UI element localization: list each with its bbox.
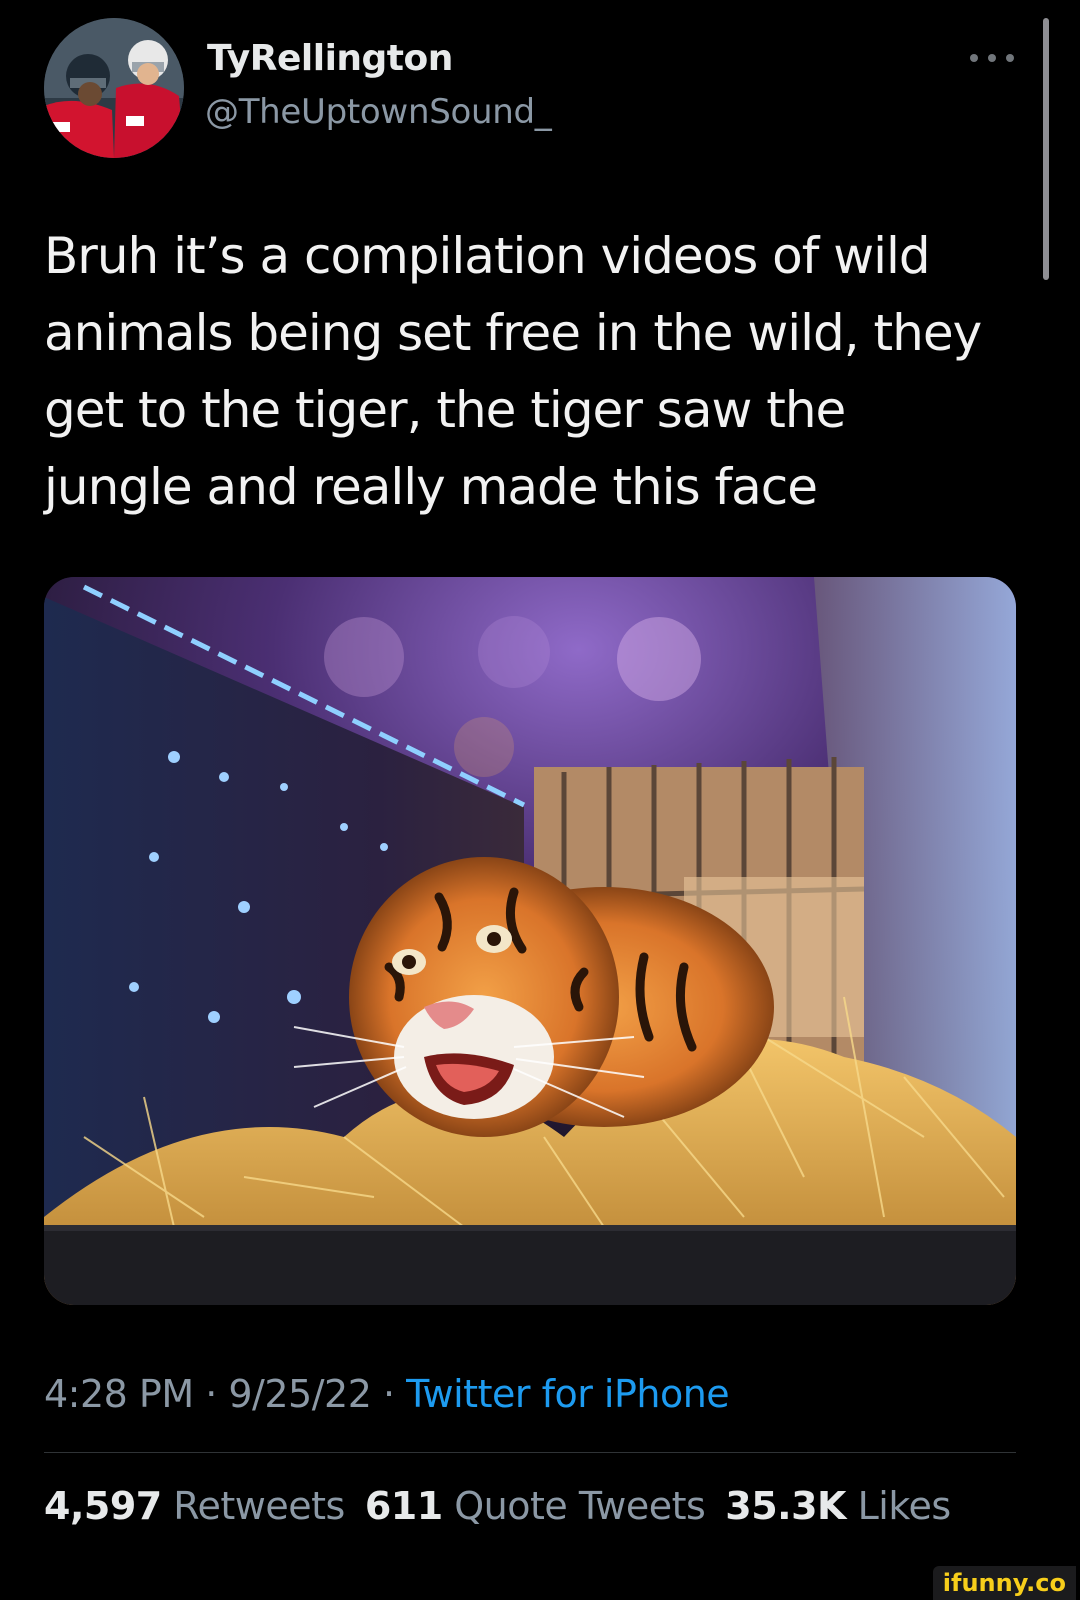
quotes-stat[interactable]: 611 Quote Tweets: [364, 1484, 706, 1528]
avatar[interactable]: [44, 18, 184, 158]
more-dot: [970, 54, 978, 62]
retweets-label: Retweets: [173, 1484, 345, 1528]
retweets-stat[interactable]: 4,597 Retweets: [44, 1484, 345, 1528]
ifunny-watermark: ifunny.co: [932, 1566, 1076, 1600]
more-dot: [1006, 54, 1014, 62]
meta-separator: ·: [193, 1372, 229, 1416]
tweet-time[interactable]: 4:28 PM: [44, 1372, 194, 1416]
watermark-bar: [0, 1566, 1080, 1600]
tweet-date[interactable]: 9/25/22: [228, 1372, 372, 1416]
tweet-detail: TyRellington @TheUptownSound_ Bruh it’s …: [0, 0, 1080, 1600]
tweet-stats: 4,597 Retweets 611 Quote Tweets 35.3K Like…: [44, 1484, 951, 1528]
tweet-media[interactable]: [44, 577, 1016, 1305]
likes-stat[interactable]: 35.3K Likes: [725, 1484, 952, 1528]
user-handle[interactable]: @TheUptownSound_: [205, 92, 552, 132]
likes-count: 35.3K: [725, 1484, 846, 1528]
retweets-count: 4,597: [44, 1484, 162, 1528]
likes-label: Likes: [857, 1484, 952, 1528]
meta-separator: ·: [371, 1372, 407, 1416]
tweet-text: Bruh it’s a compilation videos of wild a…: [44, 227, 982, 516]
quotes-label: Quote Tweets: [454, 1484, 706, 1528]
tiger-photo-icon: [44, 577, 1016, 1305]
more-dot: [988, 54, 996, 62]
avatar-image: [44, 18, 184, 158]
tweet-meta: 4:28 PM · 9/25/22 · Twitter for iPhone: [44, 1372, 730, 1416]
display-name[interactable]: TyRellington: [207, 38, 453, 79]
quotes-count: 611: [364, 1484, 443, 1528]
scrollbar[interactable]: [1043, 18, 1049, 280]
divider: [44, 1452, 1016, 1453]
more-options-icon[interactable]: [970, 48, 1014, 68]
tweet-source-link[interactable]: Twitter for iPhone: [406, 1372, 730, 1416]
